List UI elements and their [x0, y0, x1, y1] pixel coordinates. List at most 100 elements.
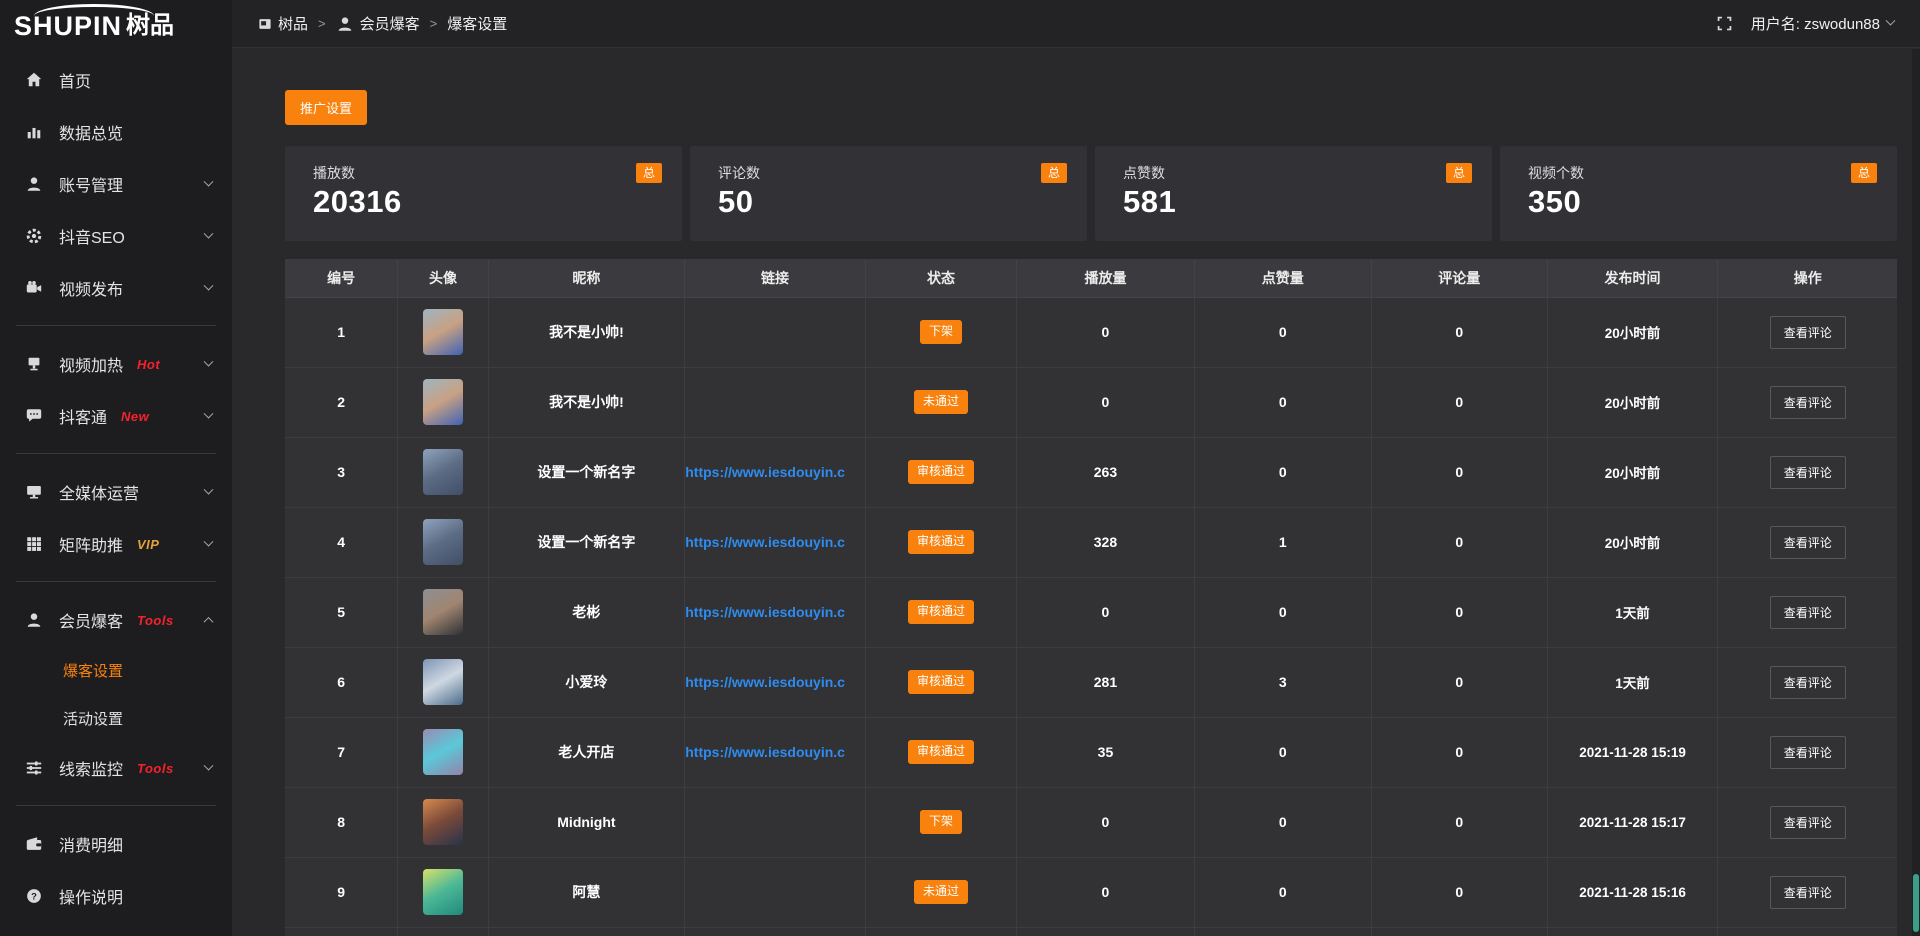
- chevron-down-icon: [204, 176, 214, 186]
- table-header-row: 编号头像昵称链接状态播放量点赞量评论量发布时间操作: [285, 259, 1897, 297]
- video-link[interactable]: https://www.iesdouyin.c: [685, 674, 845, 690]
- breadcrumb: 树品>会员爆客>爆客设置: [258, 13, 507, 34]
- cell-nickname: Midnight: [488, 787, 685, 857]
- status-badge[interactable]: 审核通过: [908, 600, 974, 623]
- sidebar-item-member-baoke[interactable]: 会员爆客Tools: [0, 594, 232, 646]
- scrollbar-thumb[interactable]: [1913, 874, 1919, 932]
- table-header-cell: 操作: [1718, 259, 1897, 297]
- sidebar-item-label: 线索监控: [59, 756, 123, 780]
- breadcrumb-item-2[interactable]: 会员爆客: [336, 13, 420, 34]
- table-header-cell: 点赞量: [1194, 259, 1371, 297]
- sidebar-item-douketong[interactable]: 抖客通New: [0, 390, 232, 442]
- videos-table: 编号头像昵称链接状态播放量点赞量评论量发布时间操作 1我不是小帅!下架00020…: [285, 259, 1897, 936]
- video-link[interactable]: https://www.iesdouyin.c: [685, 744, 845, 760]
- view-comments-button[interactable]: 查看评论: [1770, 456, 1846, 489]
- sidebar-item-label: 会员爆客: [59, 608, 123, 632]
- cell-nickname: 小爱玲: [488, 647, 685, 717]
- cell-link: [685, 367, 866, 437]
- cell-action: 查看评论: [1718, 787, 1897, 857]
- sidebar-item-operation-guide[interactable]: ?操作说明: [0, 870, 232, 922]
- sidebar-item-account-manage[interactable]: 账号管理: [0, 158, 232, 210]
- cell-number: 9: [285, 857, 398, 927]
- stat-label: 视频个数: [1528, 163, 1584, 183]
- cell-nickname: 阿慧: [488, 857, 685, 927]
- cell-status: 审核通过: [865, 437, 1017, 507]
- view-comments-button[interactable]: 查看评论: [1770, 806, 1846, 839]
- status-badge[interactable]: 下架: [920, 320, 962, 343]
- sidebar-item-consume-detail[interactable]: 消费明细: [0, 818, 232, 870]
- app-logo[interactable]: SHUPIN 树品: [0, 0, 232, 52]
- topbar: 树品>会员爆客>爆客设置 用户名: zswodun88: [232, 0, 1920, 48]
- sidebar-item-douyin-seo[interactable]: 抖音SEO: [0, 210, 232, 262]
- sidebar-item-badge: Tools: [137, 761, 174, 776]
- status-badge[interactable]: 未通过: [914, 390, 968, 413]
- video-link[interactable]: https://www.iesdouyin.c: [685, 464, 845, 480]
- view-comments-button[interactable]: 查看评论: [1770, 736, 1846, 769]
- sidebar-item-video-publish[interactable]: 视频发布: [0, 262, 232, 314]
- user-menu[interactable]: 用户名: zswodun88: [1751, 13, 1894, 34]
- cell-link: https://www.iesdouyin.c: [685, 437, 866, 507]
- sidebar-item-home[interactable]: 首页: [0, 54, 232, 106]
- fullscreen-icon[interactable]: [1716, 15, 1733, 32]
- sidebar-item-media-operation[interactable]: 全媒体运营: [0, 466, 232, 518]
- promo-settings-button[interactable]: 推广设置: [285, 90, 367, 125]
- stat-label: 播放数: [313, 163, 355, 183]
- cell-plays: [1017, 927, 1194, 936]
- cell-link: [685, 297, 866, 367]
- cell-comments: 0: [1371, 787, 1547, 857]
- view-comments-button[interactable]: 查看评论: [1770, 526, 1846, 559]
- status-badge[interactable]: 审核通过: [908, 740, 974, 763]
- chat-icon: [24, 406, 44, 426]
- table-header-cell: 评论量: [1371, 259, 1547, 297]
- avatar: [423, 449, 463, 495]
- breadcrumb-item-3[interactable]: 爆客设置: [447, 13, 507, 34]
- cell-comments: 0: [1371, 297, 1547, 367]
- sidebar-subitem-baoke-settings[interactable]: 爆客设置: [0, 646, 232, 694]
- view-comments-button[interactable]: 查看评论: [1770, 386, 1846, 419]
- video-link[interactable]: https://www.iesdouyin.c: [685, 534, 845, 550]
- cell-likes: 0: [1194, 297, 1371, 367]
- cell-status: 审核通过: [865, 577, 1017, 647]
- right-column: 树品>会员爆客>爆客设置 用户名: zswodun88 推广设置 播放数总203…: [232, 0, 1920, 936]
- stat-total-badge: 总: [636, 163, 662, 183]
- stat-card-4: 视频个数总350: [1500, 146, 1897, 241]
- sidebar-item-data-overview[interactable]: 数据总览: [0, 106, 232, 158]
- status-badge[interactable]: 审核通过: [908, 530, 974, 553]
- video-link[interactable]: https://www.iesdouyin.c: [685, 604, 845, 620]
- chevron-up-icon: [204, 616, 214, 626]
- view-comments-button[interactable]: 查看评论: [1770, 666, 1846, 699]
- cell-avatar: [398, 857, 488, 927]
- page-scrollbar[interactable]: [1912, 49, 1920, 936]
- view-comments-button[interactable]: 查看评论: [1770, 596, 1846, 629]
- stat-value: 350: [1528, 184, 1877, 220]
- view-comments-button[interactable]: 查看评论: [1770, 316, 1846, 349]
- sidebar-item-clue-monitor[interactable]: 线索监控 Tools: [0, 742, 232, 794]
- chevron-down-icon: [204, 484, 214, 494]
- cell-comments: 0: [1371, 717, 1547, 787]
- sidebar-item-label: 账号管理: [59, 172, 123, 196]
- chevron-down-icon: [204, 760, 214, 770]
- view-comments-button[interactable]: 查看评论: [1770, 876, 1846, 909]
- cell-likes: 3: [1194, 647, 1371, 717]
- status-badge[interactable]: 审核通过: [908, 460, 974, 483]
- table-row: 1我不是小帅!下架00020小时前查看评论: [285, 297, 1897, 367]
- status-badge[interactable]: 审核通过: [908, 670, 974, 693]
- cell-status: 审核通过: [865, 647, 1017, 717]
- sidebar-item-video-heat[interactable]: 视频加热Hot: [0, 338, 232, 390]
- breadcrumb-item-1[interactable]: 树品: [258, 13, 308, 34]
- cell-avatar: [398, 647, 488, 717]
- logo-text-en: SHUPIN: [14, 13, 122, 40]
- sidebar-item-matrix-boost[interactable]: 矩阵助推VIP: [0, 518, 232, 570]
- status-badge[interactable]: 下架: [920, 810, 962, 833]
- status-badge[interactable]: 未通过: [914, 880, 968, 903]
- cell-status: 未通过: [865, 857, 1017, 927]
- cell-comments: 0: [1371, 507, 1547, 577]
- stat-card-top: 点赞数总: [1123, 163, 1472, 183]
- cell-number: 5: [285, 577, 398, 647]
- cell-plays: 0: [1017, 577, 1194, 647]
- cell-number: 7: [285, 717, 398, 787]
- cell-status: 下架: [865, 297, 1017, 367]
- table-header-cell: 头像: [398, 259, 488, 297]
- cell-link: [685, 927, 866, 936]
- sidebar-subitem-activity-settings[interactable]: 活动设置: [0, 694, 232, 742]
